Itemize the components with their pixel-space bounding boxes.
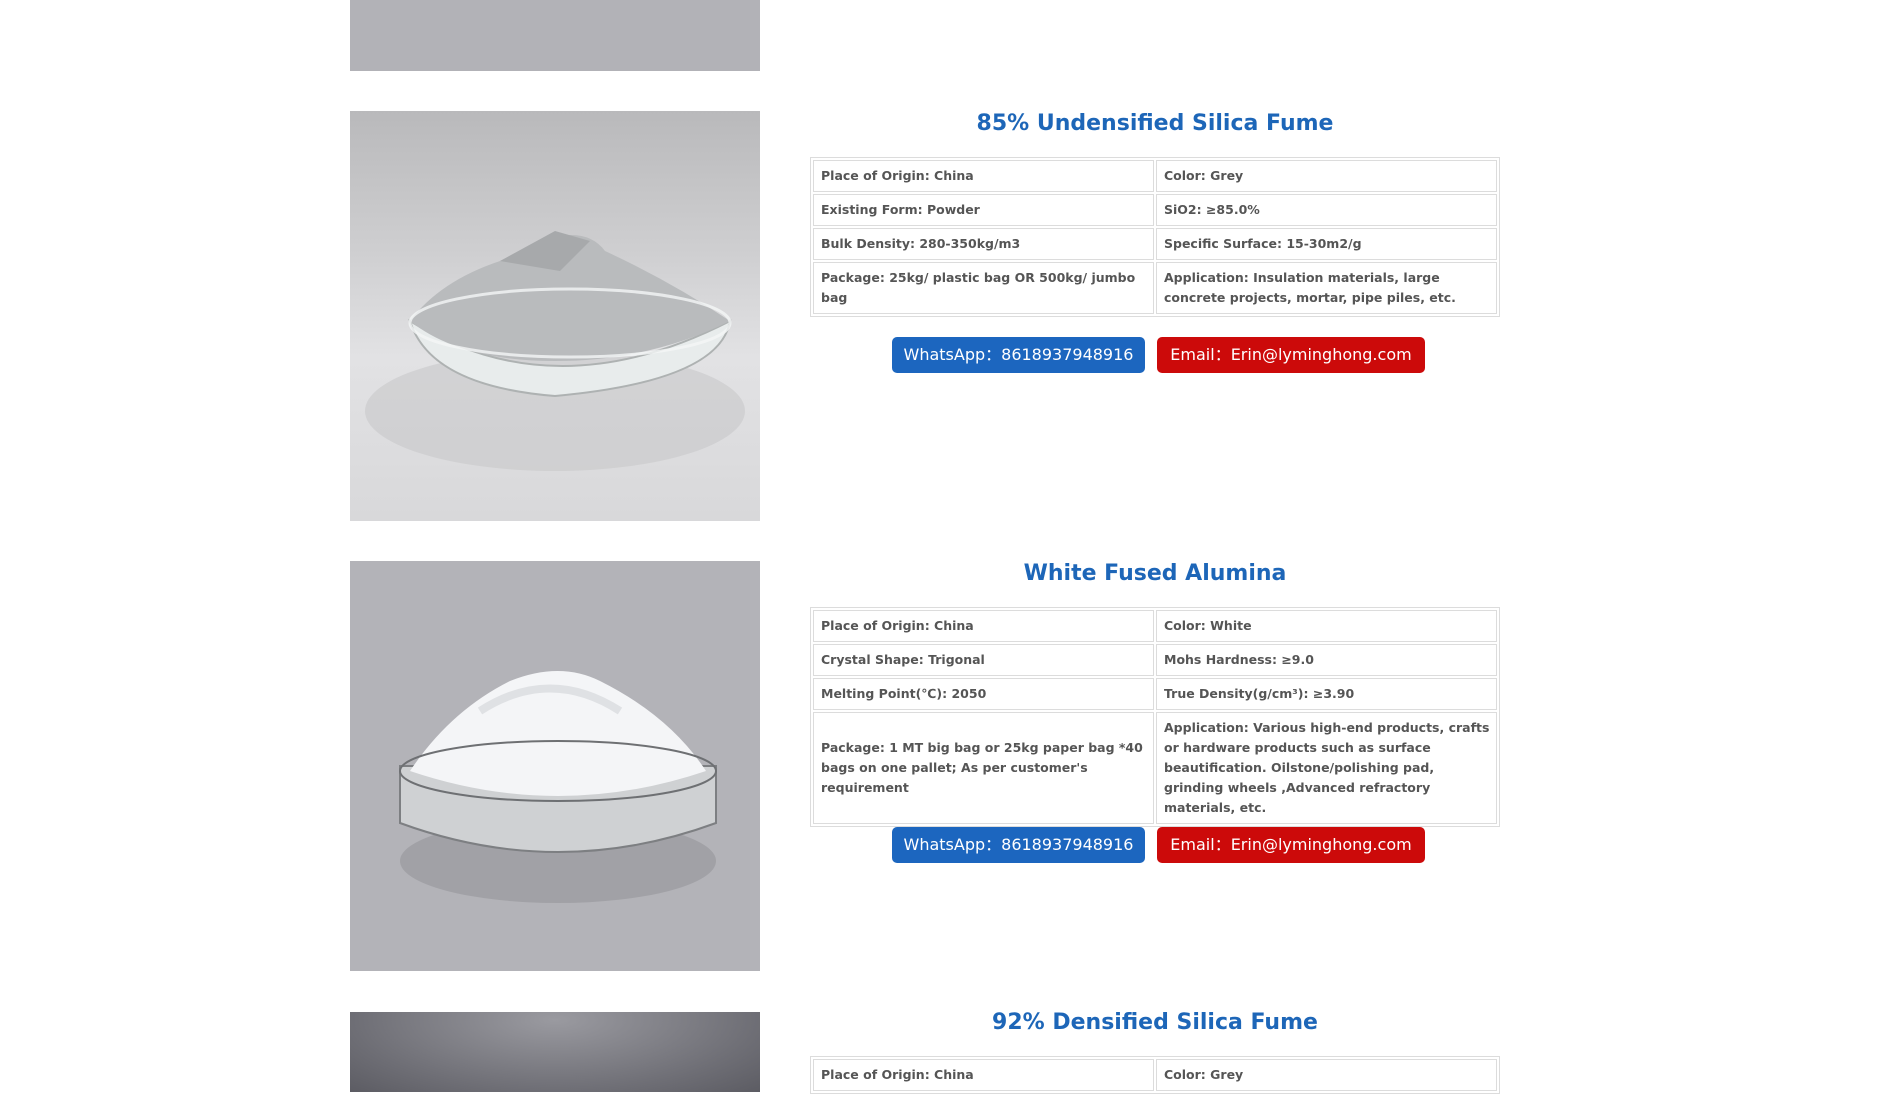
spec-cell: Color: Grey xyxy=(1156,160,1497,192)
table-row: Place of Origin: China Color: Grey xyxy=(813,160,1497,192)
spec-cell: Crystal Shape: Trigonal xyxy=(813,644,1154,676)
spec-cell: Package: 1 MT big bag or 25kg paper bag … xyxy=(813,712,1154,824)
spec-cell: Mohs Hardness: ≥9.0 xyxy=(1156,644,1497,676)
spec-cell: Melting Point(℃): 2050 xyxy=(813,678,1154,710)
spec-cell: SiO2: ≥85.0% xyxy=(1156,194,1497,226)
spec-cell: Place of Origin: China xyxy=(813,160,1154,192)
silica-fume-powder-illustration xyxy=(365,231,745,471)
spec-cell: Place of Origin: China xyxy=(813,610,1154,642)
alumina-dish-illustration xyxy=(399,671,717,903)
product-title[interactable]: 92% Densified Silica Fume xyxy=(810,1010,1500,1035)
spec-cell: Color: Grey xyxy=(1156,1059,1497,1091)
table-row: Place of Origin: China Color: Grey xyxy=(813,1059,1497,1091)
spec-table: Place of Origin: China Color: White Crys… xyxy=(810,607,1500,827)
spec-cell: Bulk Density: 280-350kg/m3 xyxy=(813,228,1154,260)
spec-cell: True Density(g/cm³): ≥3.90 xyxy=(1156,678,1497,710)
table-row: Place of Origin: China Color: White xyxy=(813,610,1497,642)
email-button[interactable]: Email：Erin@lyminghong.com xyxy=(1157,337,1425,373)
whatsapp-button[interactable]: WhatsApp：8618937948916 xyxy=(892,827,1145,863)
spec-cell: Application: Insulation materials, large… xyxy=(1156,262,1497,314)
table-row: Bulk Density: 280-350kg/m3 Specific Surf… xyxy=(813,228,1497,260)
table-row: Melting Point(℃): 2050 True Density(g/cm… xyxy=(813,678,1497,710)
spec-cell: Application: Various high-end products, … xyxy=(1156,712,1497,824)
spec-cell: Place of Origin: China xyxy=(813,1059,1154,1091)
spec-table: Place of Origin: China Color: Grey Exist… xyxy=(810,157,1500,317)
spec-cell: Specific Surface: 15-30m2/g xyxy=(1156,228,1497,260)
whatsapp-button[interactable]: WhatsApp：8618937948916 xyxy=(892,337,1145,373)
product-image-previous[interactable] xyxy=(350,0,760,71)
table-row: Existing Form: Powder SiO2: ≥85.0% xyxy=(813,194,1497,226)
table-row: Package: 25kg/ plastic bag OR 500kg/ jum… xyxy=(813,262,1497,314)
table-row: Crystal Shape: Trigonal Mohs Hardness: ≥… xyxy=(813,644,1497,676)
spec-cell: Existing Form: Powder xyxy=(813,194,1154,226)
product-image-silica-fume[interactable] xyxy=(350,111,760,521)
spec-table: Place of Origin: China Color: Grey xyxy=(810,1056,1500,1094)
table-row: Package: 1 MT big bag or 25kg paper bag … xyxy=(813,712,1497,824)
product-title[interactable]: White Fused Alumina xyxy=(810,561,1500,586)
email-button[interactable]: Email：Erin@lyminghong.com xyxy=(1157,827,1425,863)
spec-cell: Color: White xyxy=(1156,610,1497,642)
product-image-densified-silica-fume[interactable] xyxy=(350,1012,760,1092)
product-image-white-fused-alumina[interactable] xyxy=(350,561,760,971)
product-title[interactable]: 85% Undensified Silica Fume xyxy=(810,111,1500,136)
spec-cell: Package: 25kg/ plastic bag OR 500kg/ jum… xyxy=(813,262,1154,314)
